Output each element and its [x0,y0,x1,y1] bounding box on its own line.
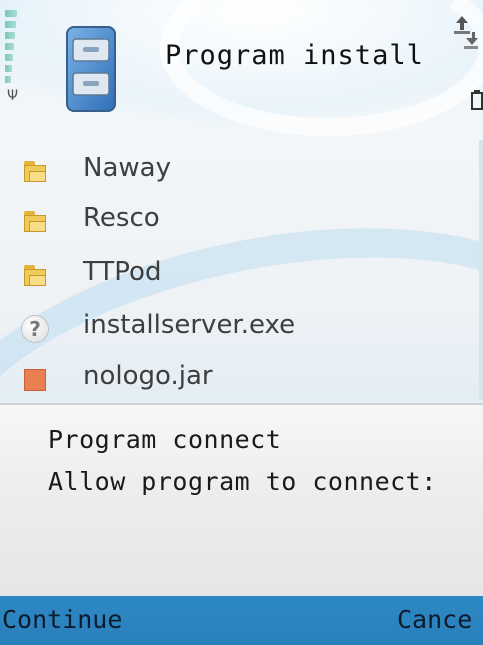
softkey-bar: Continue Cance [0,596,483,645]
dialog-title: Program connect [48,425,282,454]
program-install-icon [66,26,116,112]
list-item[interactable]: Naway [0,148,483,198]
data-transfer-icon [454,16,478,49]
folder-icon [24,161,46,183]
antenna-icon: Ψ [7,88,19,104]
title-bar: Ψ Program install [0,0,483,135]
jar-file-icon [24,369,46,391]
continue-softkey[interactable]: Continue [2,605,122,634]
list-item[interactable]: ? installserver.exe [0,305,483,355]
connect-dialog: Program connect Allow program to connect… [0,403,483,598]
folder-icon [24,265,46,287]
signal-strength-icon [5,10,35,100]
file-name: Naway [83,153,171,183]
list-item[interactable]: nologo.jar [0,356,483,403]
file-name: TTPod [83,257,162,287]
page-title: Program install [165,40,424,71]
dialog-message: Allow program to connect: [48,467,437,496]
unknown-file-icon: ? [22,316,48,342]
list-item[interactable]: TTPod [0,252,483,302]
cancel-softkey[interactable]: Cance [397,605,472,634]
file-name: Resco [83,203,160,233]
file-name: installserver.exe [83,310,296,340]
folder-icon [24,211,46,233]
list-item[interactable]: Resco [0,198,483,248]
battery-icon [471,90,483,110]
file-name: nologo.jar [83,361,213,391]
